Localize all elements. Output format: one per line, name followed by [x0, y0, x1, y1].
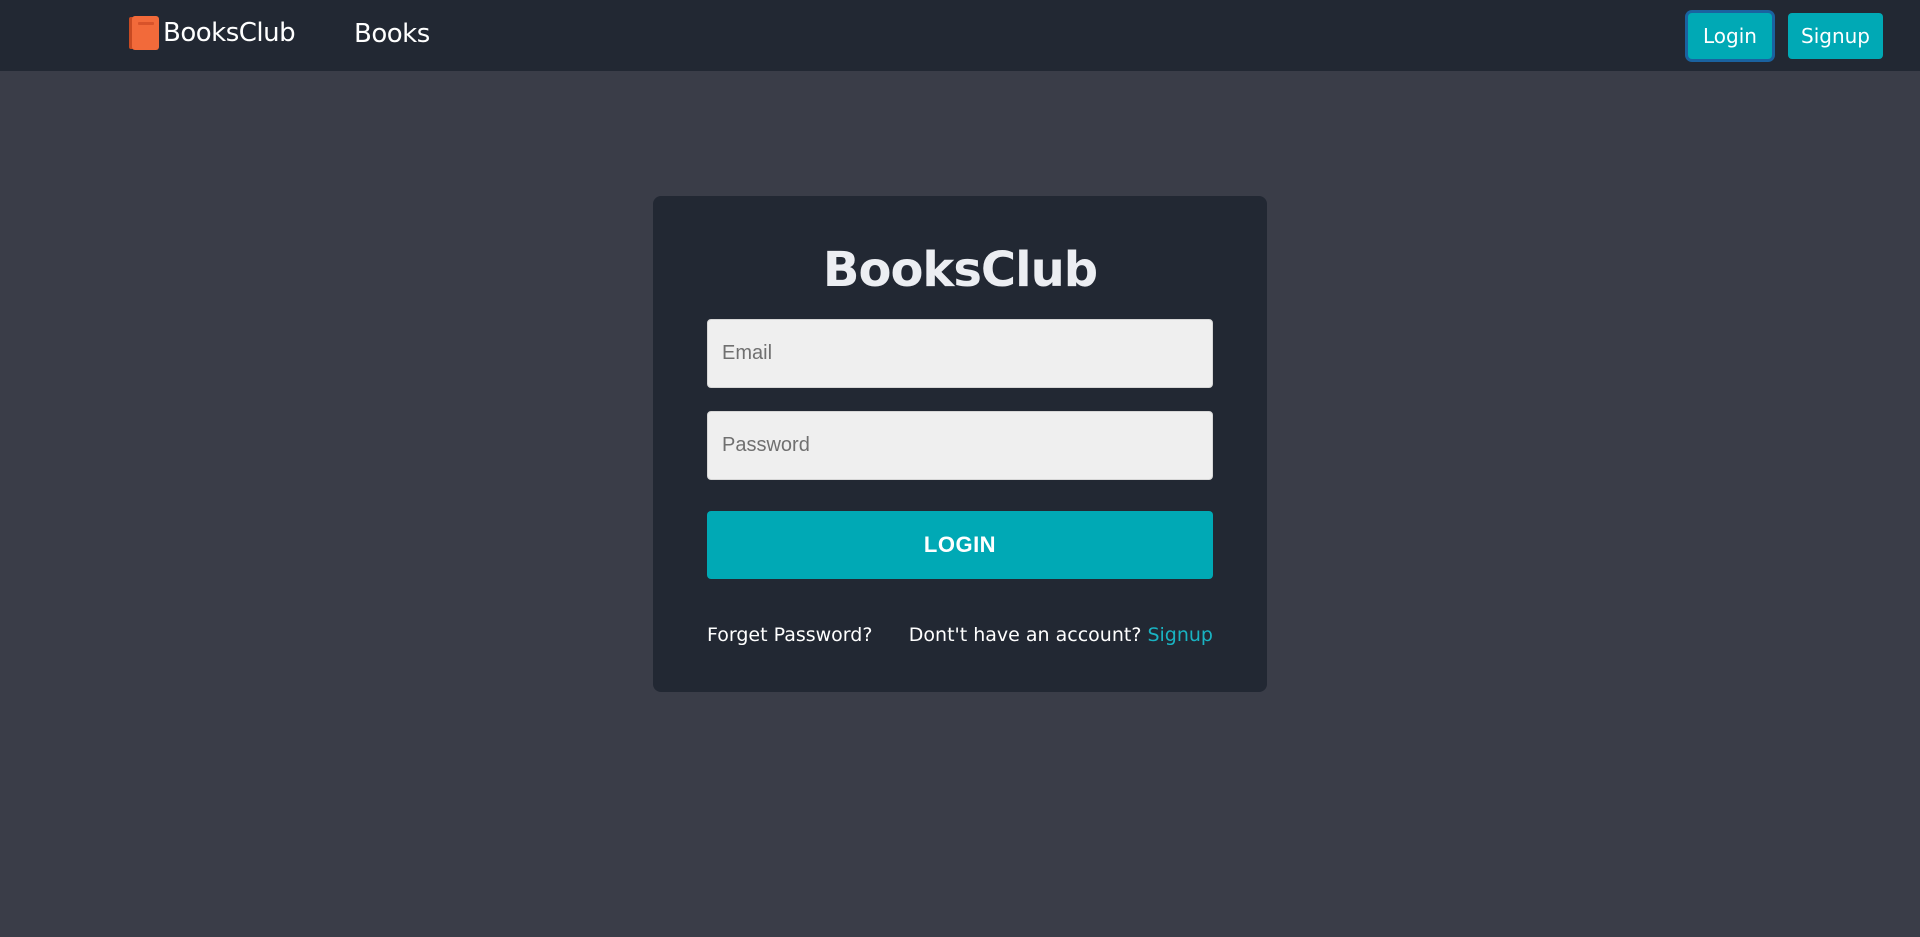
signup-prompt: Dont't have an account? Signup	[909, 624, 1213, 646]
nav-signup-button[interactable]: Signup	[1788, 13, 1883, 59]
login-card-footer: Forget Password? Dont't have an account?…	[707, 624, 1213, 646]
brand-name: BooksClub	[163, 18, 296, 48]
navbar: BooksClub Books Login Signup	[0, 0, 1920, 71]
forgot-password-link[interactable]: Forget Password?	[707, 624, 872, 646]
signup-prompt-text: Dont't have an account?	[908, 624, 1142, 646]
brand-link[interactable]: BooksClub	[129, 16, 296, 50]
email-input[interactable]	[707, 319, 1213, 388]
login-card: BooksClub LOGIN Forget Password? Dont't …	[653, 196, 1267, 692]
nav-login-button[interactable]: Login	[1688, 13, 1772, 59]
login-submit-button[interactable]: LOGIN	[707, 511, 1213, 579]
nav-link-books[interactable]: Books	[354, 19, 430, 49]
book-icon	[129, 16, 159, 50]
signup-link[interactable]: Signup	[1147, 624, 1213, 646]
login-card-title: BooksClub	[822, 242, 1098, 298]
password-input[interactable]	[707, 411, 1213, 480]
